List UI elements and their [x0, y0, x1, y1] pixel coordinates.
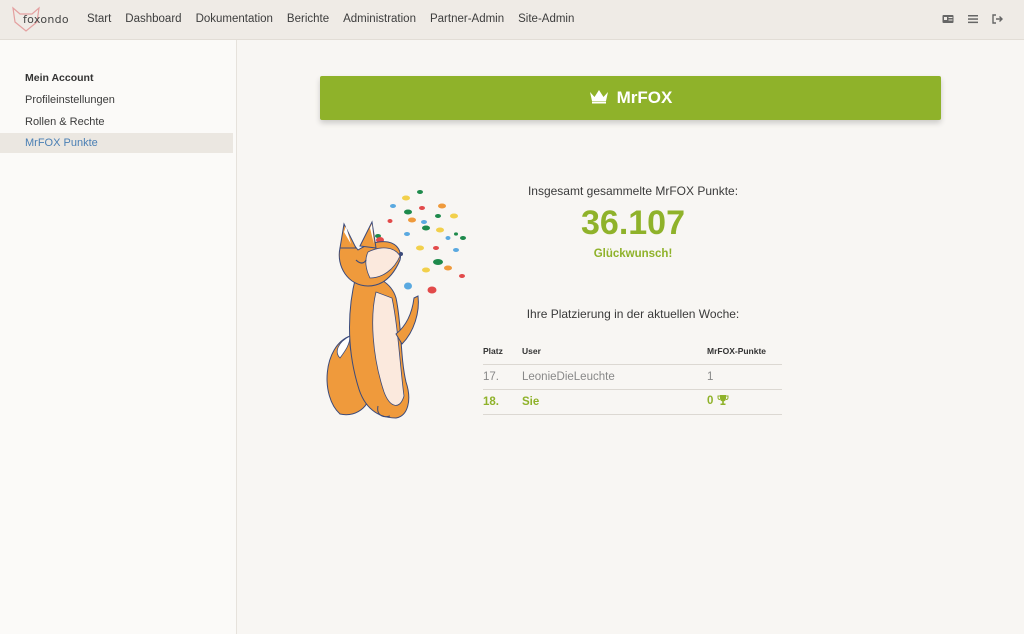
nav-dashboard[interactable]: Dashboard [125, 13, 181, 25]
nav-berichte[interactable]: Berichte [287, 13, 329, 25]
weekly-ranking-table: Platz User MrFOX-Punkte 17. LeonieDieLeu… [483, 338, 782, 415]
top-icons [942, 12, 1004, 26]
nav-partner-admin[interactable]: Partner-Admin [430, 13, 504, 25]
header-platz: Platz [483, 338, 522, 365]
row-user: LeonieDieLeuchte [522, 364, 707, 390]
row-points-cell: 0 [707, 389, 782, 415]
sidebar-title: Mein Account [25, 72, 94, 84]
top-navbar: foxondo Start Dashboard Dokumentation Be… [0, 0, 1024, 40]
nav-dokumentation[interactable]: Dokumentation [196, 13, 273, 25]
total-points-value: 36.107 [581, 204, 685, 242]
row-rank: 17. [483, 364, 522, 390]
nav-administration[interactable]: Administration [343, 13, 416, 25]
mrfox-banner: MrFOX [320, 76, 941, 120]
main-nav: Start Dashboard Dokumentation Berichte A… [87, 13, 588, 25]
logout-icon[interactable] [992, 12, 1004, 26]
crown-icon [589, 88, 609, 109]
celebrating-fox-illustration [318, 186, 478, 422]
total-points-label: Insgesamt gesammelte MrFOX Punkte: [527, 184, 739, 198]
sidebar-item-rollen-rechte[interactable]: Rollen & Rechte [0, 112, 233, 132]
row-rank: 18. [483, 389, 522, 415]
trophy-icon [717, 394, 729, 409]
account-sidebar: Mein Account Profileinstellungen Rollen … [0, 40, 237, 634]
sidebar-item-mrfox-punkte[interactable]: MrFOX Punkte [0, 133, 233, 153]
weekly-ranking-label: Ihre Platzierung in der aktuellen Woche: [526, 307, 740, 321]
congrats-text: Glückwunsch! [593, 248, 673, 260]
table-row: 17. LeonieDieLeuchte 1 [483, 364, 782, 390]
row-points: 1 [707, 364, 782, 390]
sidebar-item-profileinstellungen[interactable]: Profileinstellungen [0, 90, 233, 110]
id-card-icon[interactable] [942, 12, 954, 26]
list-icon[interactable] [967, 12, 979, 26]
table-header-row: Platz User MrFOX-Punkte [483, 338, 782, 365]
nav-site-admin[interactable]: Site-Admin [518, 13, 574, 25]
fox-illustration-icon [326, 190, 466, 419]
foxondo-logo[interactable]: foxondo [10, 4, 69, 36]
banner-title: MrFOX [616, 88, 673, 107]
header-user: User [522, 338, 707, 365]
row-user: Sie [522, 389, 707, 415]
row-points: 0 [707, 395, 714, 407]
nav-start[interactable]: Start [87, 13, 111, 25]
table-row-current-user: 18. Sie 0 [483, 389, 782, 415]
header-mrfox-punkte: MrFOX-Punkte [707, 338, 782, 365]
logo-text: foxondo [23, 13, 69, 26]
